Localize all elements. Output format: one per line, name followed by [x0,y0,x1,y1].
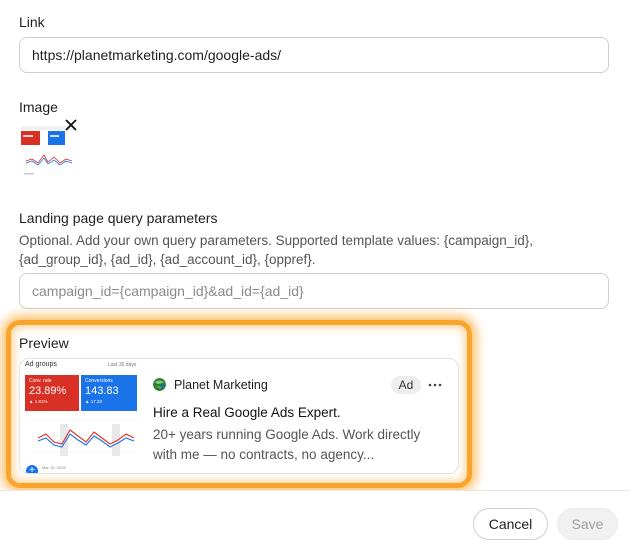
add-icon: + [26,465,38,473]
link-input[interactable] [19,37,609,73]
preview-label: Preview [19,335,69,351]
query-params-label: Landing page query parameters [19,210,218,226]
ad-description: 20+ years running Google Ads. Work direc… [153,427,421,462]
tile-value: 143.83 [85,385,119,397]
advertiser-name: Planet Marketing [174,378,268,392]
ad-badge: Ad [391,376,421,394]
close-icon [65,119,77,131]
brand-logo-icon [153,378,166,391]
tile-value: 23.89% [29,385,67,397]
ad-preview-image: Ad groups Last 30 days Conv. rate 23.89%… [20,359,138,473]
more-horizontal-icon [428,383,442,387]
ad-preview-card: Ad groups Last 30 days Conv. rate 23.89%… [19,358,459,474]
tile-label: Conversions [85,378,113,384]
tile-delta: ▲ 17.33 [85,399,102,404]
preview-line-chart [36,419,138,456]
query-params-hint: Optional. Add your own query parameters.… [19,233,534,267]
preview-image-title: Ad groups [25,361,57,368]
more-options-button[interactable] [427,376,443,394]
preview-tile-conversions: Conversions 143.83 ▲ 17.33 [81,375,137,411]
image-label: Image [19,99,58,115]
preview-tile-conv-rate: Conv. rate 23.89% ▲ 1.81% [25,375,79,411]
remove-image-button[interactable] [63,117,79,133]
preview-image-range: Last 30 days [108,362,137,368]
tile-delta: ▲ 1.81% [29,399,48,404]
save-button[interactable]: Save [557,508,618,540]
tile-label: Conv. rate [29,378,52,384]
preview-image-footer: Mar 15, 2025 [42,465,66,470]
cancel-button[interactable]: Cancel [473,508,548,540]
query-params-input[interactable] [19,273,609,309]
ad-headline: Hire a Real Google Ads Expert. [153,405,341,420]
link-label: Link [19,14,45,30]
